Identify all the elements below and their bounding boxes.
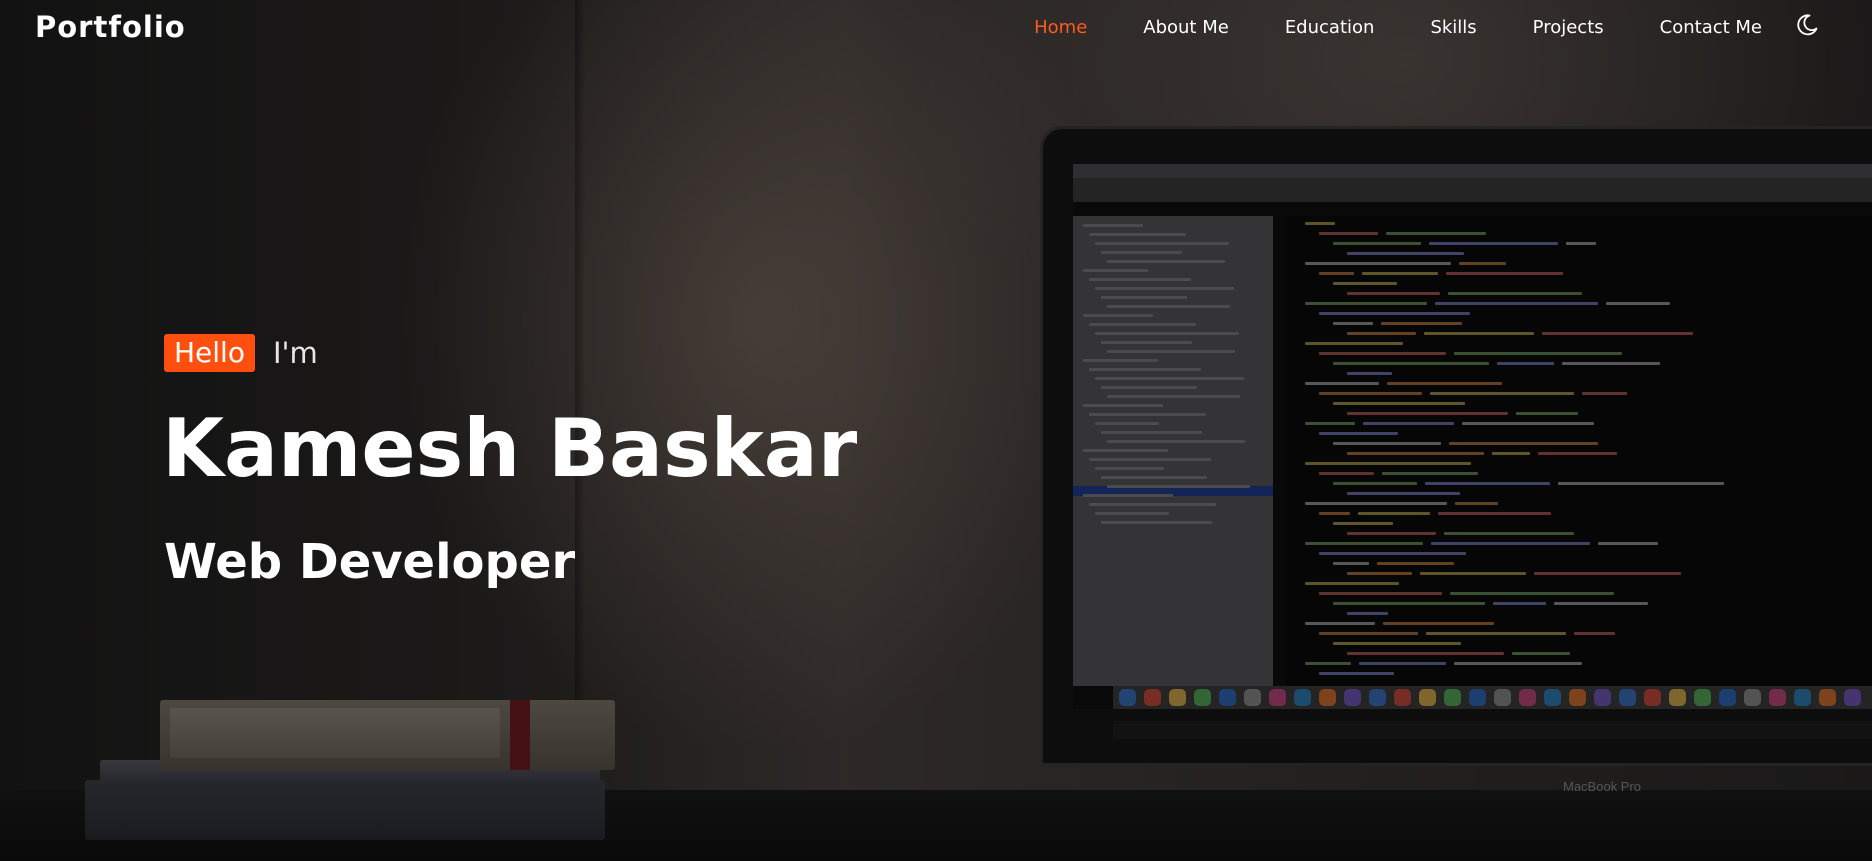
hello-badge: Hello	[164, 334, 255, 372]
nav-skills[interactable]: Skills	[1430, 17, 1476, 38]
hero-name: Kamesh Baskar	[162, 402, 858, 495]
nav-about-me[interactable]: About Me	[1143, 17, 1229, 38]
nav-education[interactable]: Education	[1285, 17, 1375, 38]
top-navbar: Portfolio Home About Me Education Skills…	[0, 0, 1872, 58]
greeting-line: Hello I'm	[164, 334, 318, 372]
site-logo[interactable]: Portfolio	[35, 10, 186, 44]
nav-home[interactable]: Home	[1034, 17, 1087, 38]
nav-links: Home About Me Education Skills Projects …	[978, 17, 1762, 38]
nav-contact-me[interactable]: Contact Me	[1660, 17, 1762, 38]
nav-projects[interactable]: Projects	[1533, 17, 1604, 38]
moon-icon[interactable]	[1794, 12, 1820, 38]
hero-role: Web Developer	[164, 534, 576, 590]
greeting-suffix: I'm	[272, 336, 318, 370]
